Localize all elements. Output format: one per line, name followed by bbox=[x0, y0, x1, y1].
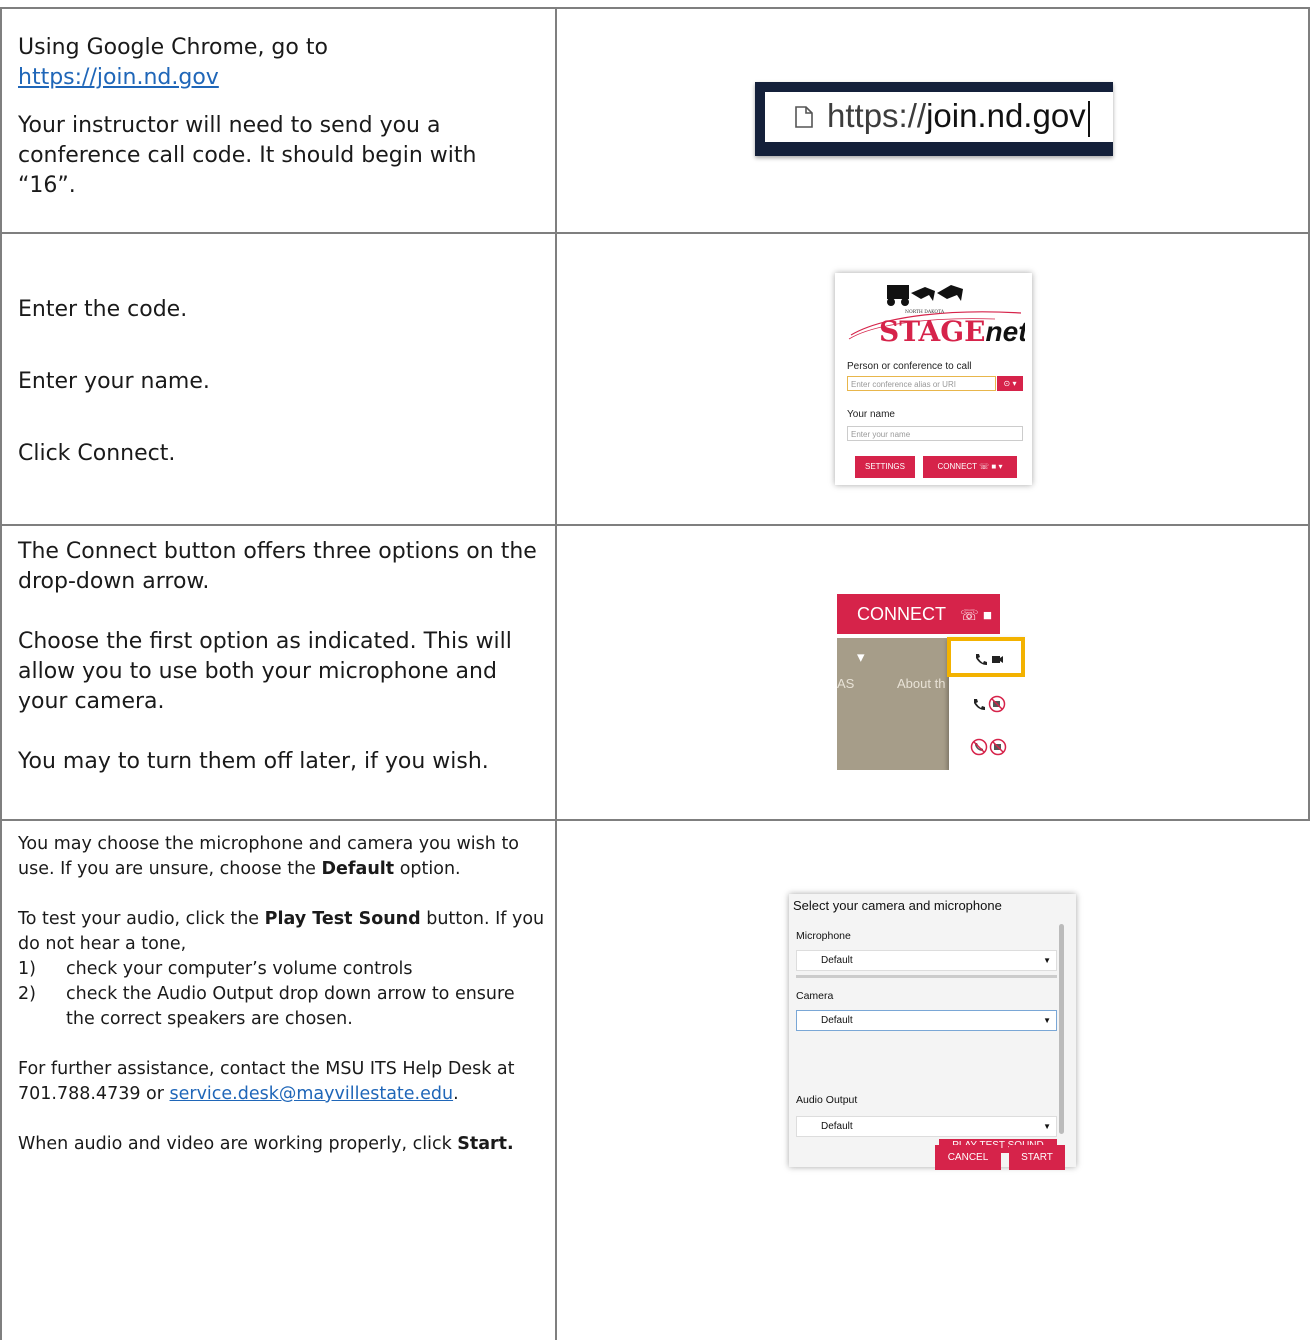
address-bar-screenshot: https://join.nd.gov bbox=[755, 82, 1113, 156]
page-icon bbox=[795, 106, 813, 128]
row4-para4: When audio and video are working properl… bbox=[18, 1132, 548, 1157]
selected-option-highlight bbox=[947, 637, 1025, 677]
audio-output-select[interactable]: Default ▼ bbox=[796, 1116, 1057, 1137]
microphone-label: Microphone bbox=[796, 930, 851, 942]
troubleshoot-list: 1) check your computer’s volume controls … bbox=[18, 957, 548, 1032]
camera-select[interactable]: Default ▼ bbox=[796, 1010, 1057, 1031]
play-test-sound-emphasis: Play Test Sound bbox=[264, 909, 421, 929]
audio-output-value: Default bbox=[821, 1121, 853, 1132]
row4-text: You may choose the microphone and camera… bbox=[18, 832, 548, 1157]
table-border bbox=[0, 7, 2, 1340]
stagenet-login-screenshot: NORTH DAKOTA STAGEnet Person or conferen… bbox=[835, 273, 1032, 485]
microphone-select[interactable]: Default ▼ bbox=[796, 950, 1057, 971]
list-text: check your computer’s volume controls bbox=[66, 959, 413, 979]
scrollbar[interactable] bbox=[1059, 924, 1064, 1134]
url-domain: join.nd.gov bbox=[926, 97, 1086, 135]
row4-para3-end: . bbox=[453, 1084, 459, 1104]
start-button[interactable]: START bbox=[1009, 1145, 1065, 1170]
table-border bbox=[0, 232, 1310, 234]
audio-only-option[interactable] bbox=[949, 684, 1028, 724]
table-border bbox=[0, 524, 1310, 526]
chevron-down-icon: ▼ bbox=[1043, 956, 1051, 965]
no-phone-no-camera-icon bbox=[970, 738, 1006, 756]
row2-step1: Enter the code. bbox=[18, 297, 188, 322]
service-desk-email-link[interactable]: service.desk@mayvillestate.edu bbox=[170, 1084, 454, 1104]
row4-para2-text: To test your audio, click the bbox=[18, 909, 265, 929]
address-bar[interactable]: https://join.nd.gov bbox=[765, 92, 1113, 142]
connect-label: CONNECT bbox=[857, 604, 946, 624]
connect-label: CONNECT bbox=[937, 462, 977, 471]
audio-output-label: Audio Output bbox=[796, 1094, 858, 1106]
logo-stage-text: STAGE bbox=[879, 315, 986, 348]
camera-value: Default bbox=[821, 1015, 853, 1026]
connect-menu-screenshot: CONNECT ☏ ■ ▾ AS About th bbox=[837, 583, 1028, 770]
default-emphasis: Default bbox=[321, 859, 395, 879]
table-border bbox=[0, 819, 1310, 821]
list-item: 2) check the Audio Output drop down arrow… bbox=[18, 982, 548, 1032]
list-text: check the Audio Output drop down arrow t… bbox=[66, 984, 515, 1029]
row4-para4-text: When audio and video are working properl… bbox=[18, 1134, 458, 1154]
join-link[interactable]: https://join.nd.gov bbox=[18, 65, 219, 90]
row2-step3: Click Connect. bbox=[18, 441, 176, 466]
row3-para3: You may to turn them off later, if you w… bbox=[18, 749, 489, 774]
cancel-button[interactable]: CANCEL bbox=[935, 1145, 1001, 1170]
row3-para2: Choose the first option as indicated. Th… bbox=[18, 629, 512, 714]
logo-net-text: net bbox=[986, 316, 1025, 347]
background-text: About th bbox=[897, 676, 946, 691]
camera-label: Camera bbox=[796, 990, 834, 1002]
connect-button[interactable]: CONNECT ☏ ■ ▾ bbox=[923, 456, 1017, 478]
settings-button[interactable]: SETTINGS bbox=[855, 456, 915, 478]
row4-para1: You may choose the microphone and camera… bbox=[18, 832, 548, 882]
conference-label: Person or conference to call bbox=[847, 361, 972, 372]
list-item: 1) check your computer’s volume controls bbox=[18, 957, 548, 982]
phone-no-camera-icon bbox=[973, 695, 1005, 713]
row1-para2: Your instructor will need to send you a … bbox=[18, 113, 477, 198]
row2-step2: Enter your name. bbox=[18, 369, 210, 394]
row1-line1: Using Google Chrome, go to bbox=[18, 35, 328, 60]
text-caret bbox=[1087, 100, 1090, 137]
conference-options-button[interactable]: ⊙ ▾ bbox=[997, 376, 1023, 391]
camera-microphone-dialog-screenshot: Select your camera and microphone Microp… bbox=[789, 894, 1076, 1170]
instruction-table: Using Google Chrome, go to https://join.… bbox=[0, 0, 1310, 1340]
list-number: 1) bbox=[18, 959, 36, 979]
divider bbox=[796, 975, 1057, 978]
row4-para1-end: option. bbox=[394, 859, 461, 879]
table-border bbox=[555, 7, 557, 1340]
row4-para3: For further assistance, contact the MSU … bbox=[18, 1057, 548, 1107]
dialog-title: Select your camera and microphone bbox=[793, 898, 1002, 913]
no-media-option[interactable] bbox=[949, 727, 1028, 767]
row4-para2: To test your audio, click the Play Test … bbox=[18, 907, 548, 957]
phone-camera-icon: ☏ ■ ▾ bbox=[979, 462, 1003, 471]
row3-para1: The Connect button offers three options … bbox=[18, 539, 537, 594]
list-number: 2) bbox=[18, 984, 36, 1004]
start-emphasis: Start. bbox=[457, 1134, 514, 1154]
stagenet-logo: NORTH DAKOTA STAGEnet bbox=[848, 285, 1025, 348]
address-url: https://join.nd.gov bbox=[827, 97, 1090, 137]
name-input[interactable]: Enter your name bbox=[847, 426, 1023, 441]
background-text: AS bbox=[837, 676, 855, 691]
microphone-value: Default bbox=[821, 955, 853, 966]
row2-text: Enter the code. Enter your name. Click C… bbox=[18, 295, 538, 469]
chevron-down-icon: ▼ bbox=[1043, 1122, 1051, 1131]
conference-input[interactable]: Enter conference alias or URI bbox=[847, 376, 996, 391]
url-prefix: https:// bbox=[827, 97, 927, 135]
svg-text:STAGEnet: STAGEnet bbox=[879, 315, 1025, 348]
connect-dropdown-button[interactable]: CONNECT ☏ ■ ▾ bbox=[837, 594, 1000, 666]
chevron-down-icon: ▼ bbox=[1043, 1016, 1051, 1025]
row1-text: Using Google Chrome, go to https://join.… bbox=[18, 33, 538, 201]
table-border bbox=[0, 7, 1310, 9]
name-label: Your name bbox=[847, 409, 895, 420]
row3-text: The Connect button offers three options … bbox=[18, 537, 548, 777]
